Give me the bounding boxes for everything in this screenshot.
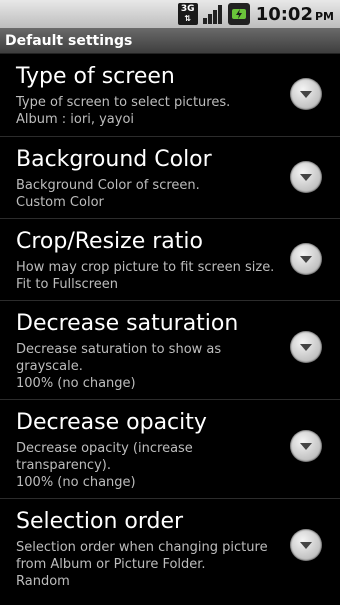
pref-background-color[interactable]: Background Color Background Color of scr… xyxy=(0,137,340,219)
dropdown-button[interactable] xyxy=(290,529,322,561)
page-title: Default settings xyxy=(5,32,133,49)
pref-value: Custom Color xyxy=(16,195,104,210)
pref-value: 100% (no change) xyxy=(16,475,136,490)
chevron-down-icon xyxy=(300,443,312,450)
pref-decrease-opacity[interactable]: Decrease opacity Decrease opacity (incre… xyxy=(0,400,340,499)
pref-title: Decrease opacity xyxy=(16,410,207,435)
chevron-down-icon xyxy=(300,174,312,181)
pref-summary: Decrease saturation to show as grayscale… xyxy=(16,342,222,374)
pref-title: Type of screen xyxy=(16,64,175,89)
pref-value: Album : iori, yayoi xyxy=(16,112,135,127)
pref-summary: Decrease opacity (increase transparency)… xyxy=(16,441,193,473)
dropdown-button[interactable] xyxy=(290,78,322,110)
pref-title: Decrease saturation xyxy=(16,311,239,336)
3g-data-icon: 3G ⇅ xyxy=(177,3,198,25)
network-type-label: 3G xyxy=(180,4,195,14)
pref-crop-resize-ratio[interactable]: Crop/Resize ratio How may crop picture t… xyxy=(0,219,340,301)
dropdown-button[interactable] xyxy=(290,430,322,462)
pref-selection-order[interactable]: Selection order Selection order when cha… xyxy=(0,499,340,605)
pref-value: 100% (no change) xyxy=(16,376,136,391)
dropdown-button[interactable] xyxy=(290,243,322,275)
pref-value: Random xyxy=(16,574,70,589)
dropdown-button[interactable] xyxy=(290,161,322,193)
pref-title: Selection order xyxy=(16,509,184,534)
pref-summary: Selection order when changing picture fr… xyxy=(16,540,268,572)
title-bar: Default settings xyxy=(0,28,340,54)
battery-charging-icon xyxy=(227,3,250,25)
clock-ampm: PM xyxy=(314,9,334,23)
pref-type-of-screen[interactable]: Type of screen Type of screen to select … xyxy=(0,54,340,137)
chevron-down-icon xyxy=(300,542,312,549)
clock: 10:02 PM xyxy=(256,4,334,25)
signal-strength-icon xyxy=(202,3,224,25)
chevron-down-icon xyxy=(300,344,312,351)
chevron-down-icon xyxy=(300,256,312,263)
dropdown-button[interactable] xyxy=(290,331,322,363)
pref-title: Background Color xyxy=(16,147,212,172)
pref-summary: Background Color of screen. xyxy=(16,178,200,193)
pref-summary: Type of screen to select pictures. xyxy=(16,95,231,110)
chevron-down-icon xyxy=(300,91,312,98)
clock-time: 10:02 xyxy=(255,3,313,25)
status-bar: 3G ⇅ 10:02 PM xyxy=(0,0,340,28)
settings-list: Type of screen Type of screen to select … xyxy=(0,54,340,605)
pref-summary: How may crop picture to fit screen size. xyxy=(16,260,275,275)
pref-title: Crop/Resize ratio xyxy=(16,229,203,254)
pref-decrease-saturation[interactable]: Decrease saturation Decrease saturation … xyxy=(0,301,340,400)
pref-value: Fit to Fullscreen xyxy=(16,277,119,292)
data-arrows-icon: ⇅ xyxy=(184,14,192,23)
